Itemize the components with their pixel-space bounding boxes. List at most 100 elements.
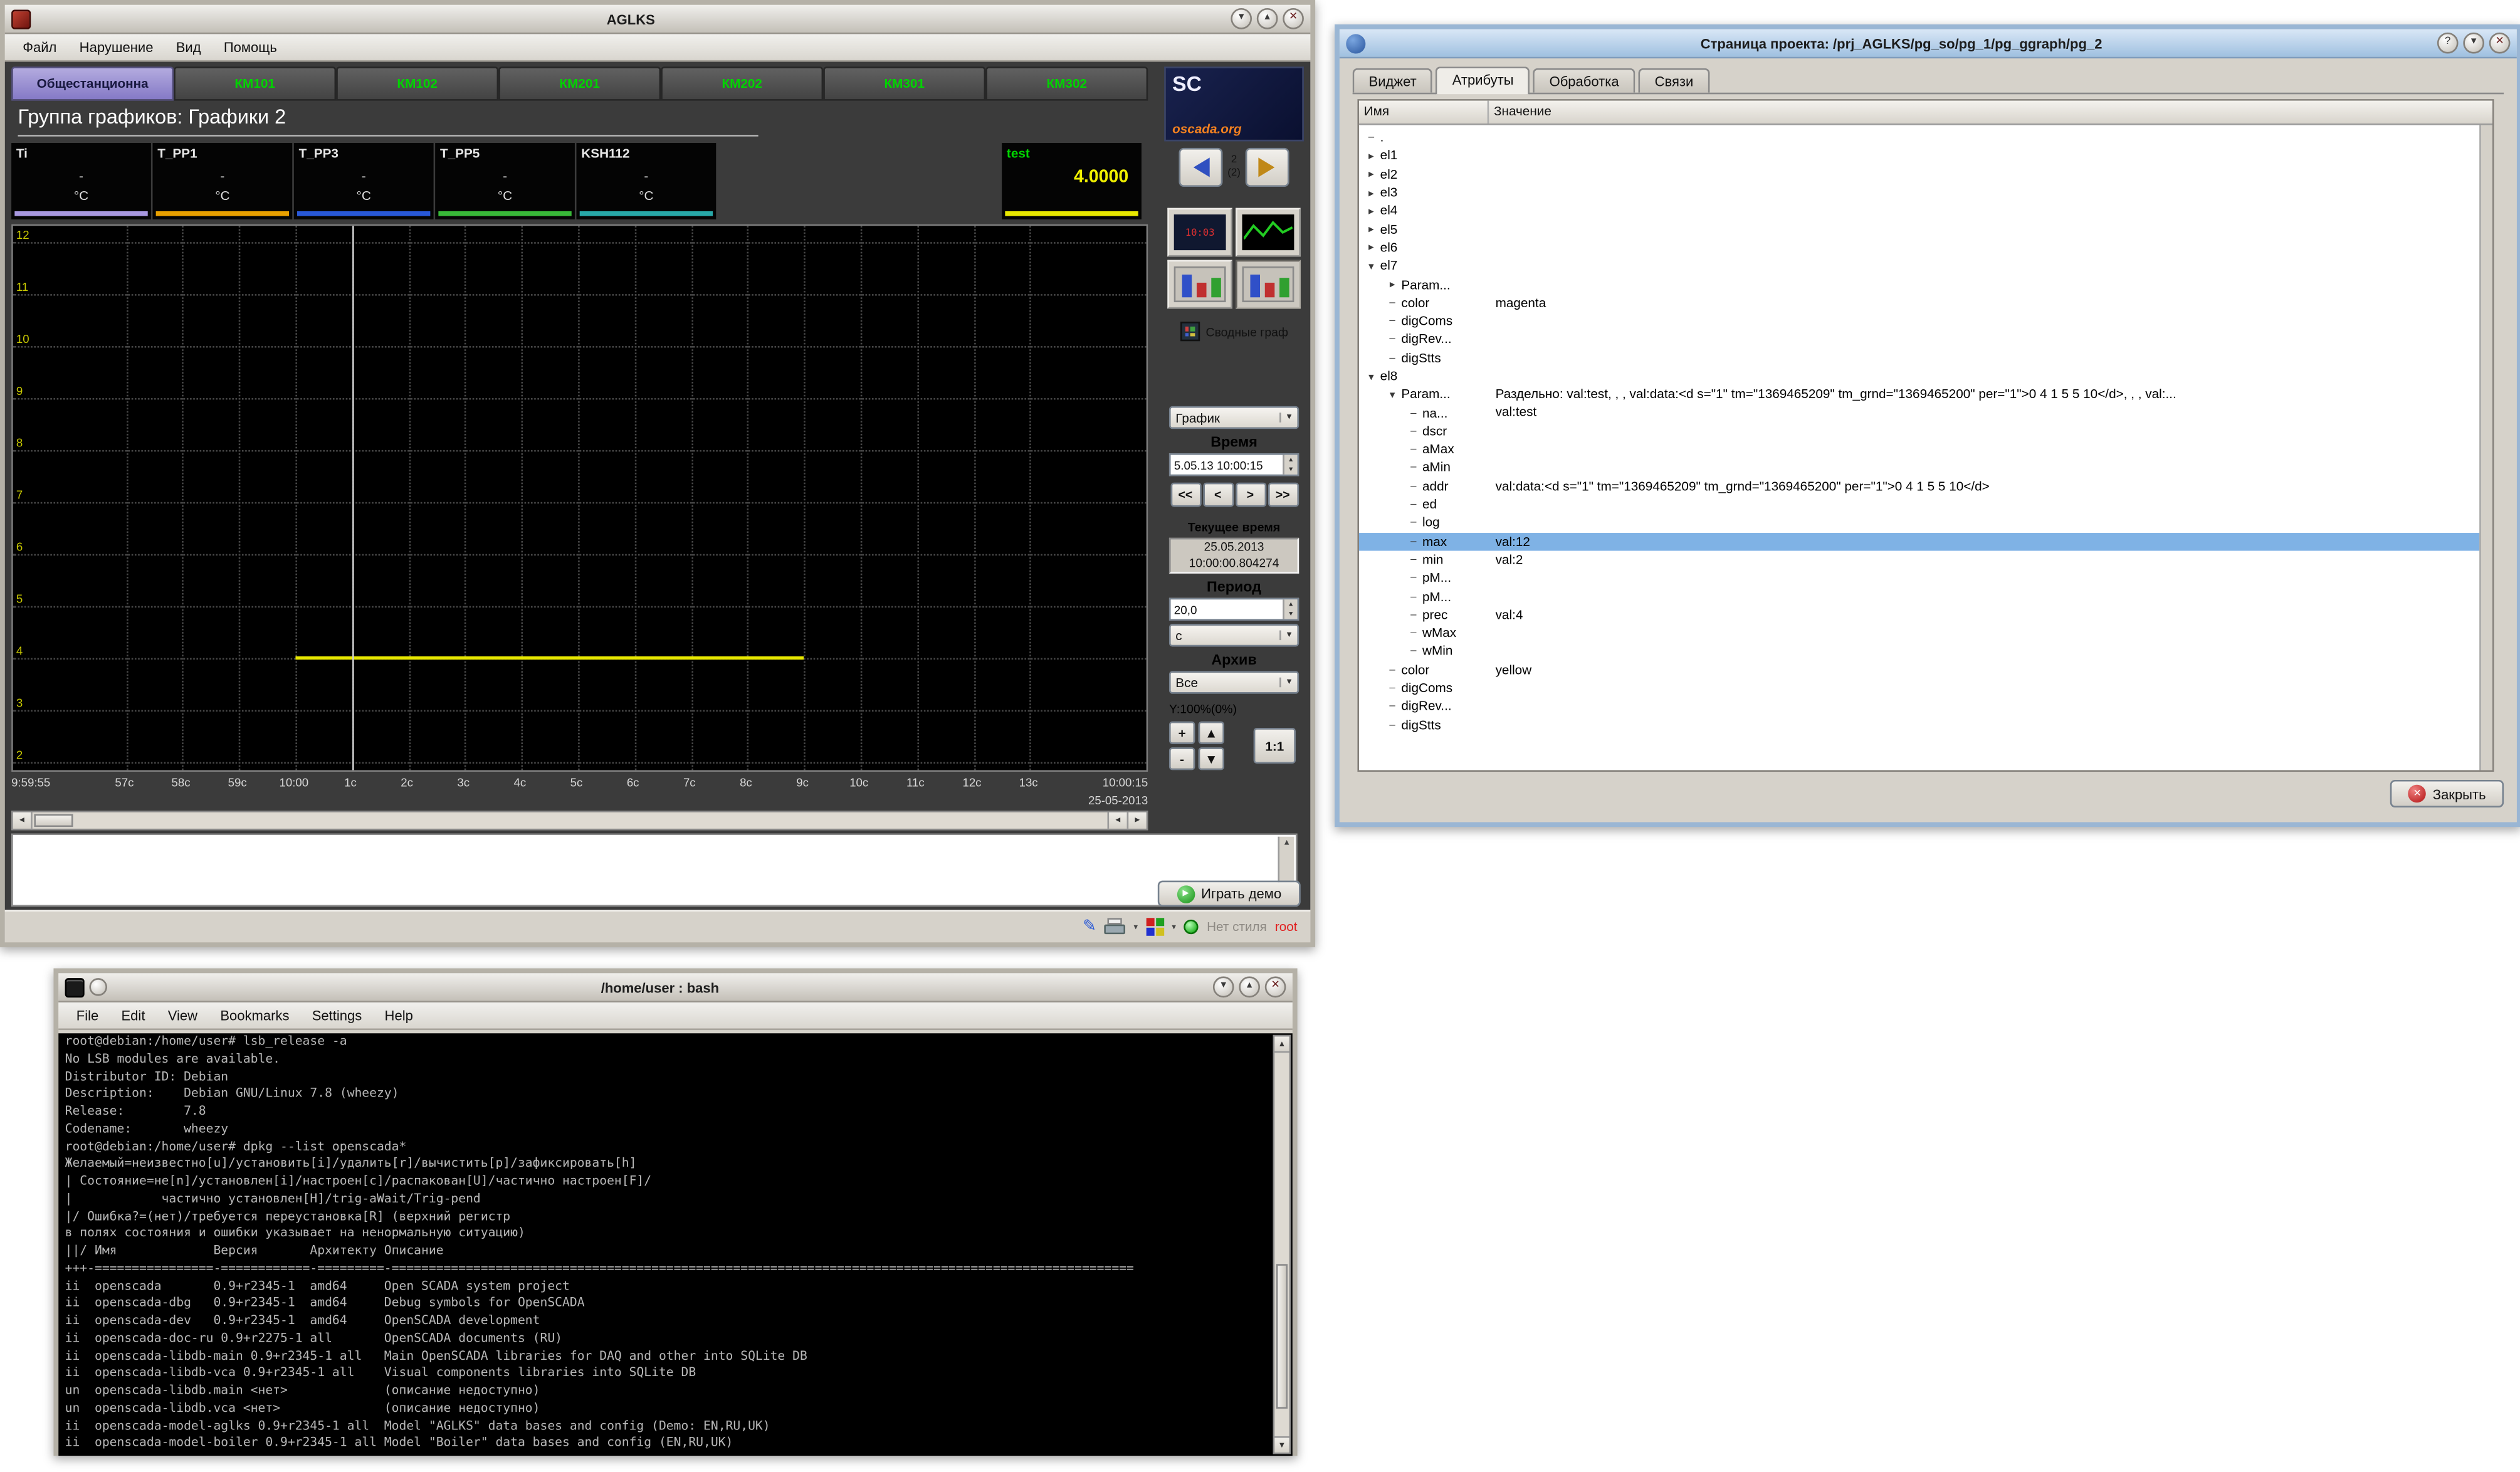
- scroll-right-icon[interactable]: ►: [1127, 812, 1147, 829]
- close-button[interactable]: ✕: [1283, 8, 1304, 29]
- scrollbar-track[interactable]: [33, 812, 1108, 829]
- fast-forward-button[interactable]: >>: [1268, 483, 1298, 507]
- menu-item-Файл[interactable]: Файл: [11, 36, 68, 58]
- menu-item-Помощь[interactable]: Помощь: [213, 36, 288, 58]
- menu-item-Help[interactable]: Help: [373, 1004, 424, 1027]
- tree-row-min[interactable]: –minval:2: [1359, 550, 2492, 569]
- tree-row-aMax[interactable]: –aMax: [1359, 440, 2492, 458]
- maximize-button[interactable]: ▴: [1257, 8, 1278, 29]
- tree-row-digComs[interactable]: –digComs: [1359, 679, 2492, 697]
- dialog-titlebar[interactable]: Страница проекта: /prj_AGLKS/pg_so/pg_1/…: [1340, 29, 2517, 59]
- document-area[interactable]: ▲ ▼: [11, 833, 1297, 907]
- spinner-arrows[interactable]: ▲ ▼: [1283, 455, 1297, 475]
- period-unit-select[interactable]: c ▼: [1169, 624, 1299, 646]
- scroll-up-icon[interactable]: ▲: [1274, 1036, 1289, 1053]
- tree-row-ed[interactable]: –ed: [1359, 495, 2492, 513]
- tree-row-wMin[interactable]: –wMin: [1359, 642, 2492, 660]
- close-button[interactable]: ✕: [2489, 33, 2511, 54]
- param-cell-T_PP3[interactable]: T_PP3-°C: [294, 143, 434, 219]
- tree-row-.[interactable]: –.: [1359, 129, 2492, 147]
- scroll-left-icon[interactable]: ◄: [13, 812, 33, 829]
- tree-expander-icon[interactable]: ▸: [1364, 186, 1378, 199]
- palette-icon[interactable]: [1146, 918, 1163, 936]
- spin-up-icon[interactable]: ▲: [1284, 599, 1298, 609]
- tree-row-prec[interactable]: –precval:4: [1359, 606, 2492, 624]
- trend-chart[interactable]: 12111098765432: [11, 224, 1148, 772]
- tree-row-color[interactable]: –colormagenta: [1359, 293, 2492, 312]
- tree-row-el5[interactable]: ▸el5: [1359, 220, 2492, 238]
- tree-row-digStts[interactable]: –digStts: [1359, 349, 2492, 367]
- clock-document-button[interactable]: 10:03: [1167, 208, 1232, 257]
- tree-row-max[interactable]: –maxval:12: [1359, 532, 2492, 550]
- menu-item-View[interactable]: View: [157, 1004, 209, 1027]
- tab-Связи[interactable]: Связи: [1639, 68, 1709, 93]
- tab-КМ202[interactable]: КМ202: [661, 66, 823, 100]
- minimize-button[interactable]: ▾: [1213, 977, 1234, 998]
- tree-expander-icon[interactable]: ▸: [1364, 204, 1378, 218]
- time-cursor[interactable]: [352, 226, 354, 770]
- tree-row-el4[interactable]: ▸el4: [1359, 202, 2492, 220]
- tree-row-wMax[interactable]: –wMax: [1359, 624, 2492, 642]
- spinner-arrows[interactable]: ▲ ▼: [1283, 599, 1297, 619]
- tab-Атрибуты[interactable]: Атрибуты: [1436, 66, 1530, 94]
- tree-expander-icon[interactable]: ▸: [1364, 149, 1378, 162]
- scrollbar-track[interactable]: [1274, 1053, 1289, 1436]
- tree-row-log[interactable]: –log: [1359, 514, 2492, 532]
- graph-group-button[interactable]: [1167, 260, 1232, 309]
- zoom-in-button[interactable]: +: [1169, 722, 1195, 744]
- tree-expander-icon[interactable]: ▸: [1364, 168, 1378, 181]
- time-spinner[interactable]: 5.05.13 10:00:15 ▲ ▼: [1169, 453, 1299, 476]
- scrollbar-thumb[interactable]: [34, 814, 73, 827]
- forward-button[interactable]: >: [1235, 483, 1266, 507]
- tree-expander-icon[interactable]: ▸: [1364, 223, 1378, 236]
- minimize-button[interactable]: ▾: [1231, 8, 1252, 29]
- tab-КМ302[interactable]: КМ302: [985, 66, 1148, 100]
- tree-row-addr[interactable]: –addrval:data:<d s="1" tm="1369465209" t…: [1359, 477, 2492, 495]
- tab-Общестанционна[interactable]: Общестанционна: [11, 66, 174, 100]
- tree-row-el3[interactable]: ▸el3: [1359, 184, 2492, 202]
- param-cell-KSH112[interactable]: KSH112-°C: [577, 143, 717, 219]
- aglks-titlebar[interactable]: AGLKS ▾ ▴ ✕: [5, 5, 1311, 34]
- terminal-body[interactable]: root@debian:/home/user# lsb_release -a N…: [58, 1033, 1293, 1456]
- tree-row-el1[interactable]: ▸el1: [1359, 147, 2492, 165]
- spin-down-icon[interactable]: ▼: [1284, 465, 1298, 475]
- palette-menu-icon[interactable]: ▾: [1172, 922, 1176, 932]
- tree-expander-icon[interactable]: ▸: [1385, 278, 1399, 291]
- spin-up-icon[interactable]: ▲: [1284, 455, 1298, 465]
- param-cell-test[interactable]: test 4.0000: [1002, 143, 1142, 219]
- tree-expander-icon[interactable]: ▾: [1364, 370, 1378, 383]
- tree-row-aMin[interactable]: –aMin: [1359, 459, 2492, 477]
- pin-button[interactable]: [89, 978, 107, 996]
- tree-row-digRev...[interactable]: –digRev...: [1359, 697, 2492, 715]
- param-cell-Ti[interactable]: Ti-°C: [11, 143, 151, 219]
- close-dialog-button[interactable]: ✕ Закрыть: [2390, 780, 2504, 807]
- tree-row-Param...[interactable]: ▸Param...: [1359, 275, 2492, 293]
- tab-КМ102[interactable]: КМ102: [336, 66, 498, 100]
- scroll-left-icon[interactable]: ◄: [1108, 812, 1127, 829]
- summary-graphs-button[interactable]: Сводные граф: [1180, 322, 1288, 341]
- shift-up-button[interactable]: ▲: [1199, 722, 1224, 744]
- help-button[interactable]: ?: [2437, 33, 2459, 54]
- menu-item-File[interactable]: File: [65, 1004, 110, 1027]
- tree-expander-icon[interactable]: ▾: [1364, 260, 1378, 273]
- scale-1to1-button[interactable]: 1:1: [1254, 728, 1296, 764]
- tree-row-el7[interactable]: ▾el7: [1359, 257, 2492, 275]
- terminal-titlebar[interactable]: /home/user : bash ▾ ▴ ✕: [58, 973, 1293, 1002]
- menu-item-Bookmarks[interactable]: Bookmarks: [209, 1004, 300, 1027]
- tree-row-color[interactable]: –coloryellow: [1359, 661, 2492, 679]
- minimize-button[interactable]: ▾: [2463, 33, 2484, 54]
- tree-row-digRev...[interactable]: –digRev...: [1359, 330, 2492, 349]
- chart-h-scrollbar[interactable]: ◄ ◄ ►: [11, 811, 1148, 830]
- tree-row-dscr[interactable]: –dscr: [1359, 422, 2492, 440]
- tree-row-el6[interactable]: ▸el6: [1359, 238, 2492, 256]
- tree-row-el2[interactable]: ▸el2: [1359, 165, 2492, 183]
- printer-menu-icon[interactable]: ▾: [1133, 922, 1138, 932]
- tab-Обработка[interactable]: Обработка: [1533, 68, 1635, 93]
- tree-row-digComs[interactable]: –digComs: [1359, 312, 2492, 330]
- shift-down-button[interactable]: ▼: [1199, 747, 1224, 770]
- zoom-out-button[interactable]: -: [1169, 747, 1195, 770]
- menu-item-Edit[interactable]: Edit: [110, 1004, 156, 1027]
- tab-КМ101[interactable]: КМ101: [174, 66, 336, 100]
- tree-expander-icon[interactable]: ▸: [1364, 241, 1378, 255]
- terminal-scrollbar[interactable]: ▲ ▼: [1273, 1035, 1291, 1454]
